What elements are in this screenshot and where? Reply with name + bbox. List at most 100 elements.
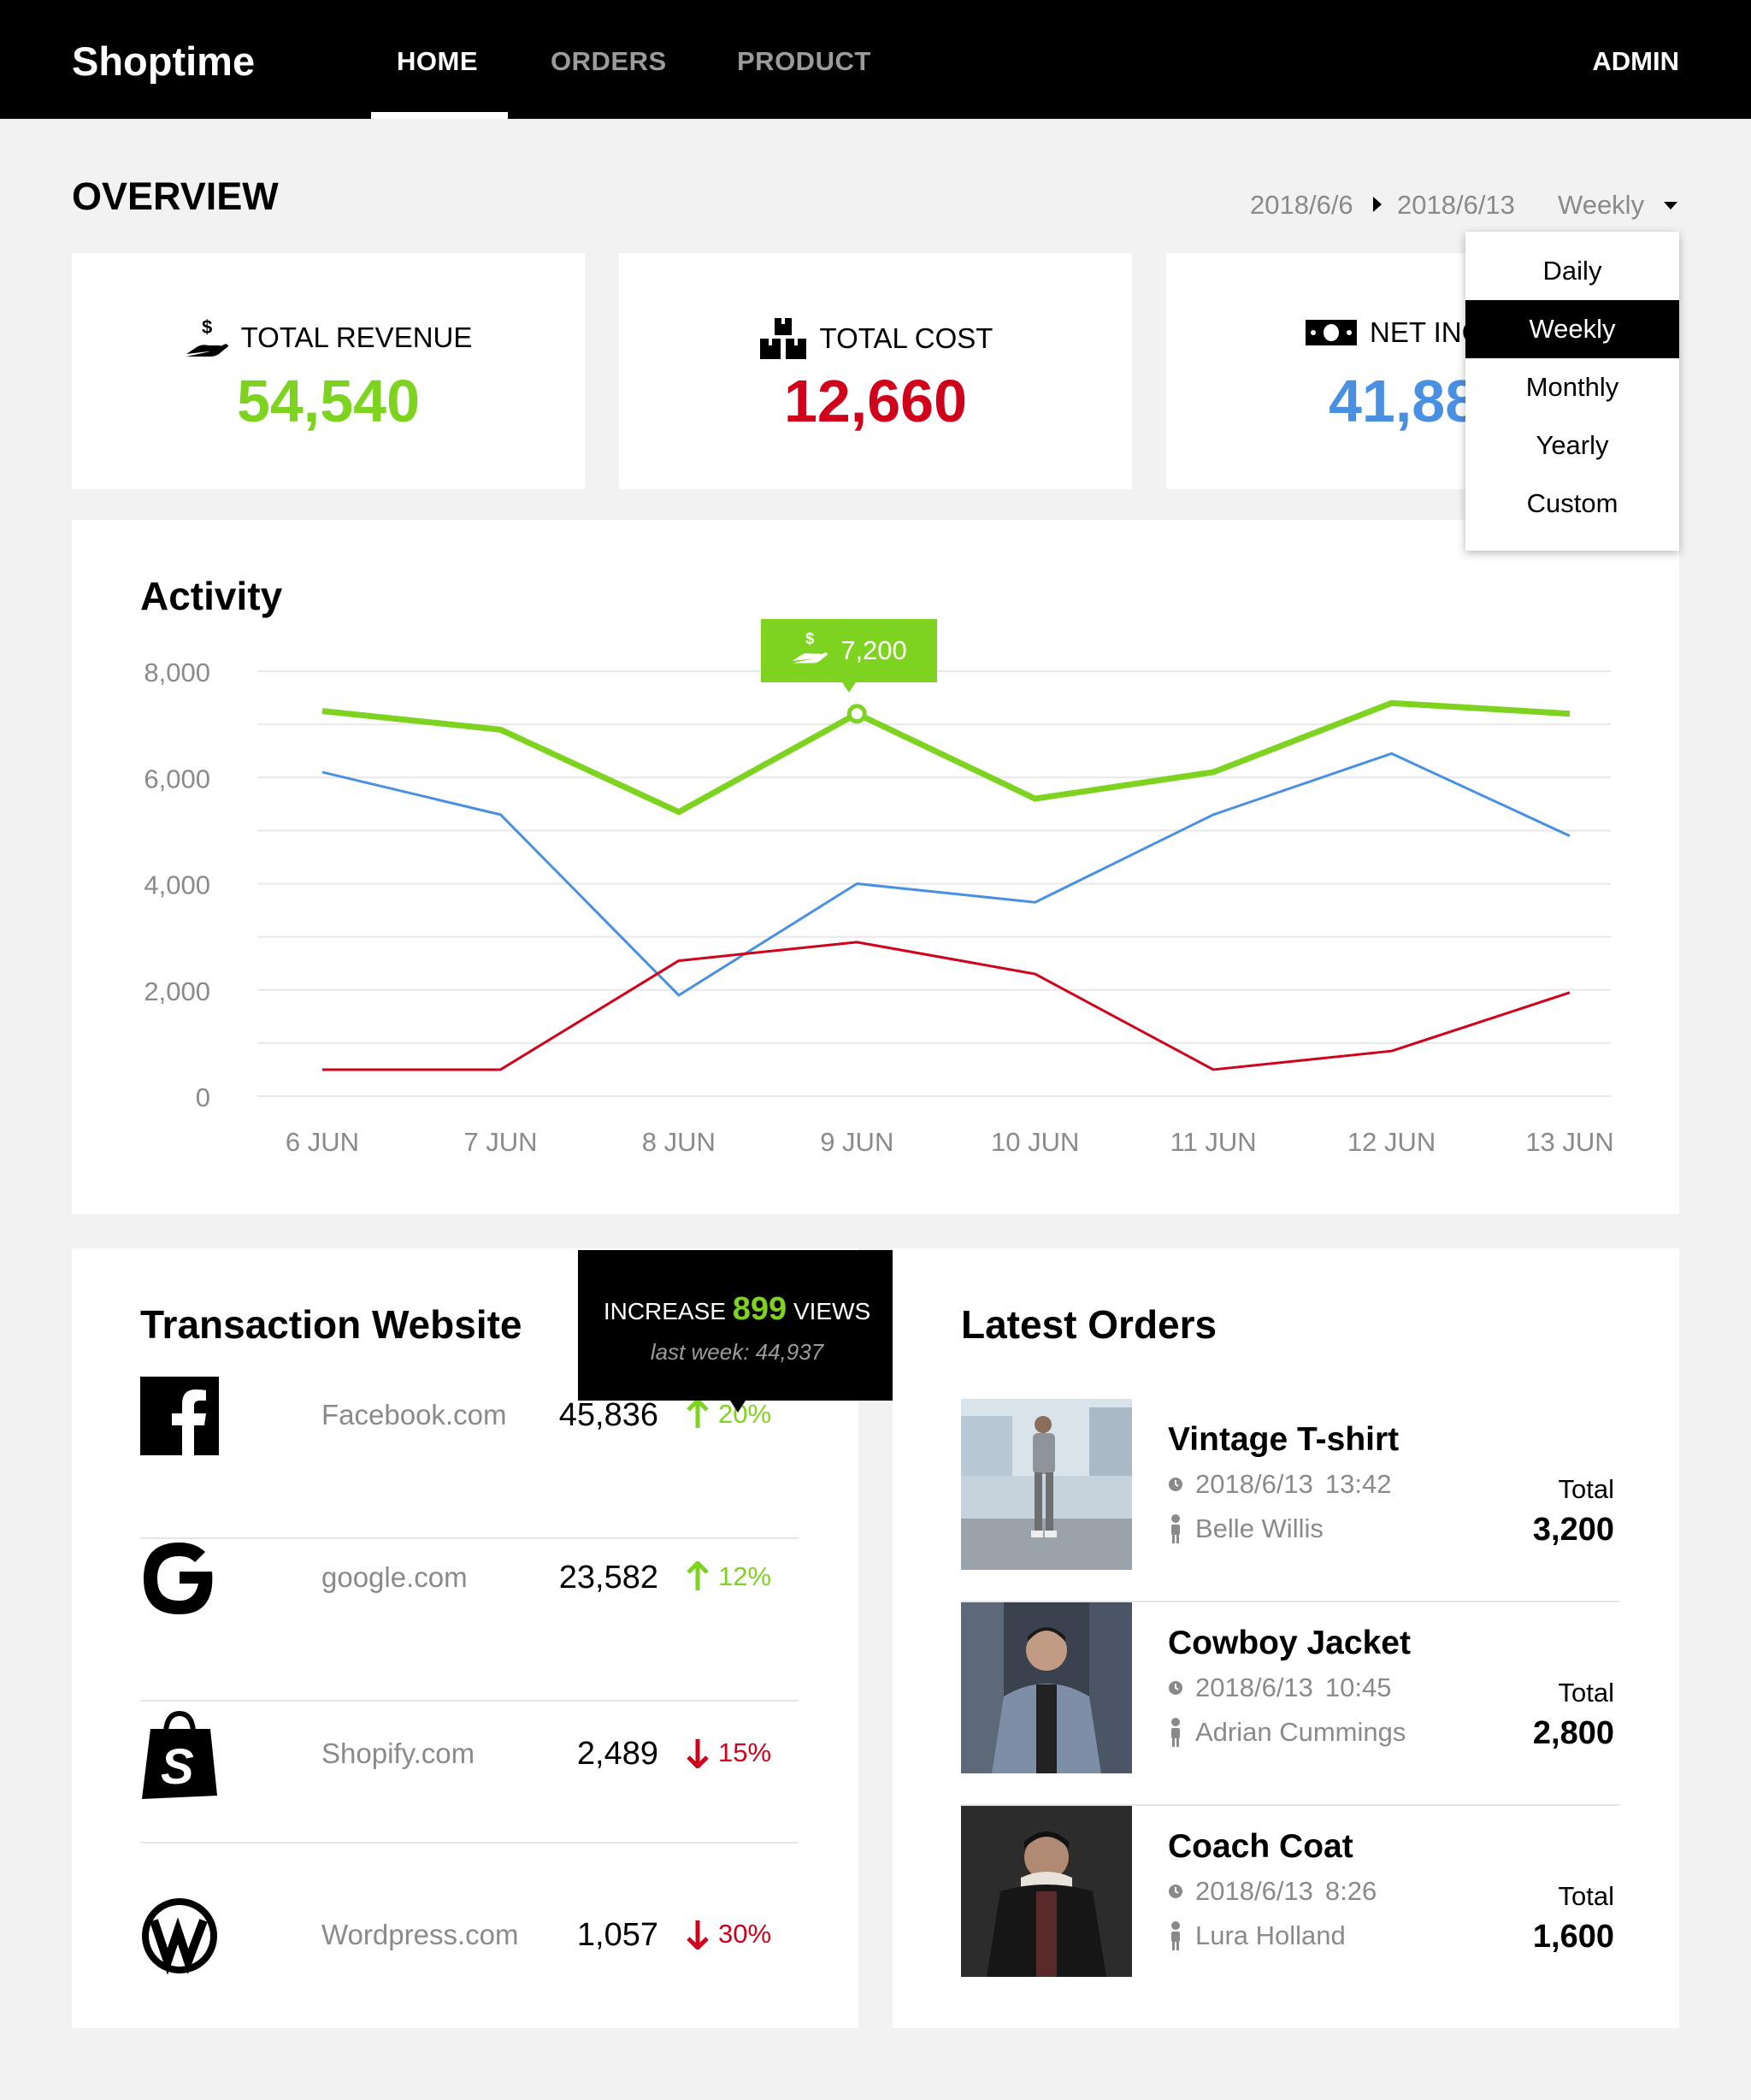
list-item[interactable]: Wordpress.com 1,057 30% bbox=[140, 1896, 799, 2059]
banknote-icon bbox=[1305, 319, 1358, 346]
person-icon bbox=[1171, 1921, 1180, 1950]
person-icon bbox=[1171, 1514, 1180, 1543]
x-tick-label: 6 JUN bbox=[286, 1127, 359, 1157]
order-datetime: 2018/6/13 10:45 bbox=[1168, 1672, 1392, 1703]
order-customer: Adrian Cummings bbox=[1168, 1717, 1406, 1748]
order-time: 8:26 bbox=[1324, 1876, 1377, 1906]
total-label: Total bbox=[1558, 1881, 1614, 1911]
tooltip-number: 899 bbox=[732, 1291, 787, 1327]
order-date: 2018/6/13 bbox=[1195, 1876, 1313, 1906]
hand-dollar-icon: $ bbox=[791, 629, 828, 672]
order-total: 2,800 bbox=[1532, 1715, 1614, 1751]
menu-item-monthly[interactable]: Monthly bbox=[1465, 358, 1679, 416]
tab-product[interactable]: PRODUCT bbox=[737, 46, 871, 77]
x-tick-label: 8 JUN bbox=[642, 1127, 716, 1157]
range-arrow-icon bbox=[1373, 197, 1382, 212]
total-label: Total bbox=[1558, 1474, 1614, 1504]
facebook-icon bbox=[140, 1377, 219, 1455]
views-tooltip: INCREASE 899 VIEWS last week: 44,937 bbox=[578, 1250, 896, 1413]
y-tick-label: 8,000 bbox=[144, 658, 210, 687]
active-tab-indicator bbox=[371, 112, 508, 119]
order-row[interactable]: Vintage T-shirt 2018/6/13 13:42 Belle Wi… bbox=[961, 1399, 1619, 1602]
svg-text:$: $ bbox=[805, 629, 815, 647]
customer-name: Lura Holland bbox=[1195, 1920, 1346, 1950]
x-tick-label: 7 JUN bbox=[463, 1127, 537, 1157]
stat-label: TOTAL COST bbox=[819, 322, 993, 354]
product-image bbox=[961, 1806, 1132, 1977]
list-item[interactable]: S Shopify.com 2,489 15% bbox=[140, 1710, 799, 1873]
arrow-down-icon bbox=[687, 1739, 709, 1768]
x-tick-label: 9 JUN bbox=[820, 1127, 893, 1157]
series-line bbox=[322, 941, 1571, 1071]
section-title: Transaction Website bbox=[140, 1302, 522, 1347]
x-tick-label: 13 JUN bbox=[1525, 1127, 1613, 1157]
chevron-down-icon[interactable] bbox=[1664, 202, 1677, 209]
arrow-up-icon bbox=[687, 1561, 709, 1590]
user-menu[interactable]: ADMIN bbox=[1592, 46, 1679, 77]
divider bbox=[140, 1842, 799, 1843]
chart-tooltip-value: 7,200 bbox=[840, 635, 907, 665]
clock-icon bbox=[1169, 1478, 1182, 1491]
stat-value: 54,540 bbox=[236, 368, 421, 434]
change-percent: 15% bbox=[718, 1737, 772, 1767]
y-tick-label: 4,000 bbox=[144, 870, 210, 900]
clock-icon bbox=[1169, 1681, 1182, 1695]
product-name[interactable]: Cowboy Jacket bbox=[1168, 1625, 1411, 1662]
tab-orders[interactable]: ORDERS bbox=[551, 46, 667, 77]
highlight-point bbox=[846, 704, 867, 724]
brand-logo[interactable]: Shoptime bbox=[72, 38, 255, 85]
product-name[interactable]: Vintage T-shirt bbox=[1168, 1421, 1399, 1459]
clock-icon bbox=[1169, 1885, 1182, 1898]
site-count: 1,057 bbox=[576, 1917, 658, 1953]
list-item[interactable]: google.com 23,582 12% bbox=[140, 1539, 799, 1702]
order-datetime: 2018/6/13 13:42 bbox=[1168, 1469, 1392, 1500]
site-change: 15% bbox=[686, 1737, 771, 1768]
top-navbar: Shoptime HOME ORDERS PRODUCT ADMIN bbox=[0, 0, 1751, 119]
menu-item-daily[interactable]: Daily bbox=[1465, 242, 1679, 300]
order-customer: Lura Holland bbox=[1168, 1920, 1346, 1951]
product-image bbox=[961, 1399, 1132, 1570]
menu-item-yearly[interactable]: Yearly bbox=[1465, 416, 1679, 475]
y-tick-label: 0 bbox=[196, 1082, 210, 1112]
tooltip-prefix: INCREASE bbox=[603, 1298, 726, 1324]
stat-label: TOTAL REVENUE bbox=[240, 321, 473, 353]
y-tick-label: 6,000 bbox=[144, 764, 210, 793]
section-title: Latest Orders bbox=[961, 1302, 1217, 1347]
wordpress-icon bbox=[140, 1896, 219, 1975]
stat-card-revenue: $ TOTAL REVENUE 54,540 bbox=[72, 253, 585, 489]
change-percent: 30% bbox=[718, 1919, 772, 1949]
boxes-icon bbox=[758, 316, 808, 361]
period-dropdown-menu: Daily Weekly Monthly Yearly Custom bbox=[1465, 232, 1679, 551]
date-from[interactable]: 2018/6/6 bbox=[1250, 190, 1353, 221]
menu-item-custom[interactable]: Custom bbox=[1465, 475, 1679, 533]
site-count: 45,836 bbox=[558, 1397, 658, 1433]
svg-text:S: S bbox=[161, 1739, 194, 1795]
site-count: 2,489 bbox=[576, 1736, 658, 1772]
tab-home[interactable]: HOME bbox=[397, 46, 478, 77]
site-name: Wordpress.com bbox=[321, 1919, 519, 1950]
order-total: 1,600 bbox=[1532, 1919, 1614, 1955]
tooltip-subtext: last week: 44,937 bbox=[650, 1339, 824, 1365]
period-select[interactable]: Weekly bbox=[1558, 190, 1644, 221]
arrow-up-icon bbox=[687, 1399, 709, 1428]
order-date: 2018/6/13 bbox=[1195, 1672, 1313, 1702]
order-customer: Belle Willis bbox=[1168, 1513, 1324, 1544]
order-date: 2018/6/13 bbox=[1195, 1469, 1313, 1499]
x-tick-label: 10 JUN bbox=[991, 1127, 1079, 1157]
menu-item-weekly[interactable]: Weekly bbox=[1465, 300, 1679, 358]
order-time: 13:42 bbox=[1324, 1469, 1392, 1499]
customer-name: Belle Willis bbox=[1195, 1513, 1324, 1543]
product-name[interactable]: Coach Coat bbox=[1168, 1828, 1353, 1866]
site-change: 12% bbox=[686, 1561, 771, 1592]
google-icon bbox=[140, 1539, 219, 1618]
order-row[interactable]: Cowboy Jacket 2018/6/13 10:45 Adrian Cum… bbox=[961, 1602, 1619, 1806]
date-to[interactable]: 2018/6/13 bbox=[1397, 190, 1515, 221]
chart-tooltip: $ 7,200 bbox=[761, 619, 937, 693]
list-item[interactable]: Facebook.com 45,836 20% bbox=[140, 1377, 799, 1539]
hand-dollar-icon: $ bbox=[185, 316, 229, 359]
order-time: 10:45 bbox=[1324, 1672, 1392, 1702]
order-row[interactable]: Coach Coat 2018/6/13 8:26 Lura Holland T… bbox=[961, 1806, 1619, 2009]
stat-value: 12,660 bbox=[783, 368, 968, 434]
tooltip-suffix: VIEWS bbox=[793, 1298, 871, 1324]
person-icon bbox=[1171, 1718, 1180, 1747]
